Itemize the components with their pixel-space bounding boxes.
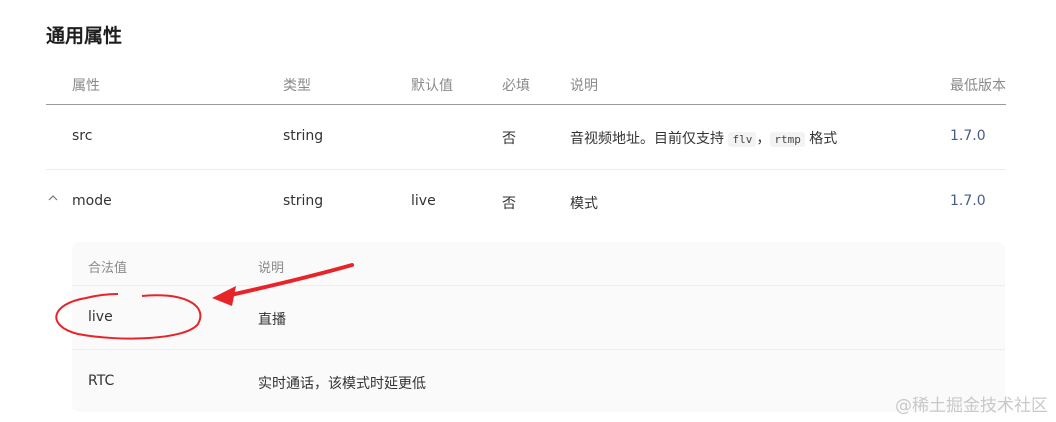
table-row[interactable]: mode string live 否 模式 1.7.0 — [46, 170, 1006, 234]
prop-name: src — [72, 128, 93, 144]
header-description: 说明 — [570, 78, 598, 94]
valid-values-subtable: 合法值 说明 live 直播 RTC 实时通话，该模式时延更低 — [72, 242, 1005, 412]
separator: ， — [756, 131, 771, 147]
valid-value: RTC — [88, 373, 115, 389]
prop-default: live — [411, 193, 436, 209]
prop-type: string — [283, 193, 324, 209]
chevron-up-icon[interactable] — [48, 193, 58, 205]
subtable-row: RTC 实时通话，该模式时延更低 — [72, 350, 1005, 413]
prop-description: 模式 — [570, 196, 598, 212]
section-title: 通用属性 — [46, 25, 123, 47]
valid-value: live — [88, 309, 113, 325]
header-min-version: 最低版本 — [950, 78, 1006, 94]
properties-table: 属性 类型 默认值 必填 说明 最低版本 src string 否 音视频地址。… — [46, 60, 1006, 234]
header-name: 属性 — [72, 78, 100, 94]
prop-description: 音视频地址。目前仅支持 flv， rtmp 格式 — [570, 128, 837, 148]
version-link[interactable]: 1.7.0 — [950, 128, 986, 144]
code-rtmp: rtmp — [770, 132, 805, 147]
code-flv: flv — [728, 132, 757, 147]
value-description: 直播 — [258, 312, 286, 328]
subtable-header: 合法值 说明 — [72, 242, 1005, 286]
prop-required: 否 — [502, 131, 516, 147]
table-header: 属性 类型 默认值 必填 说明 最低版本 — [46, 60, 1006, 105]
header-type: 类型 — [283, 78, 311, 94]
version-link[interactable]: 1.7.0 — [950, 193, 986, 209]
description-suffix: 格式 — [804, 131, 838, 147]
table-row: src string 否 音视频地址。目前仅支持 flv， rtmp 格式 1.7… — [46, 105, 1006, 170]
header-required: 必填 — [502, 78, 530, 94]
subtable-row: live 直播 — [72, 286, 1005, 350]
prop-name: mode — [72, 193, 112, 209]
header-default: 默认值 — [411, 78, 453, 94]
header-description: 说明 — [258, 261, 285, 276]
value-description: 实时通话，该模式时延更低 — [258, 376, 426, 392]
watermark: @稀土掘金技术社区 — [895, 396, 1048, 416]
header-valid-value: 合法值 — [88, 261, 128, 276]
prop-required: 否 — [502, 196, 516, 212]
description-text: 音视频地址。目前仅支持 — [570, 131, 729, 147]
prop-type: string — [283, 128, 324, 144]
